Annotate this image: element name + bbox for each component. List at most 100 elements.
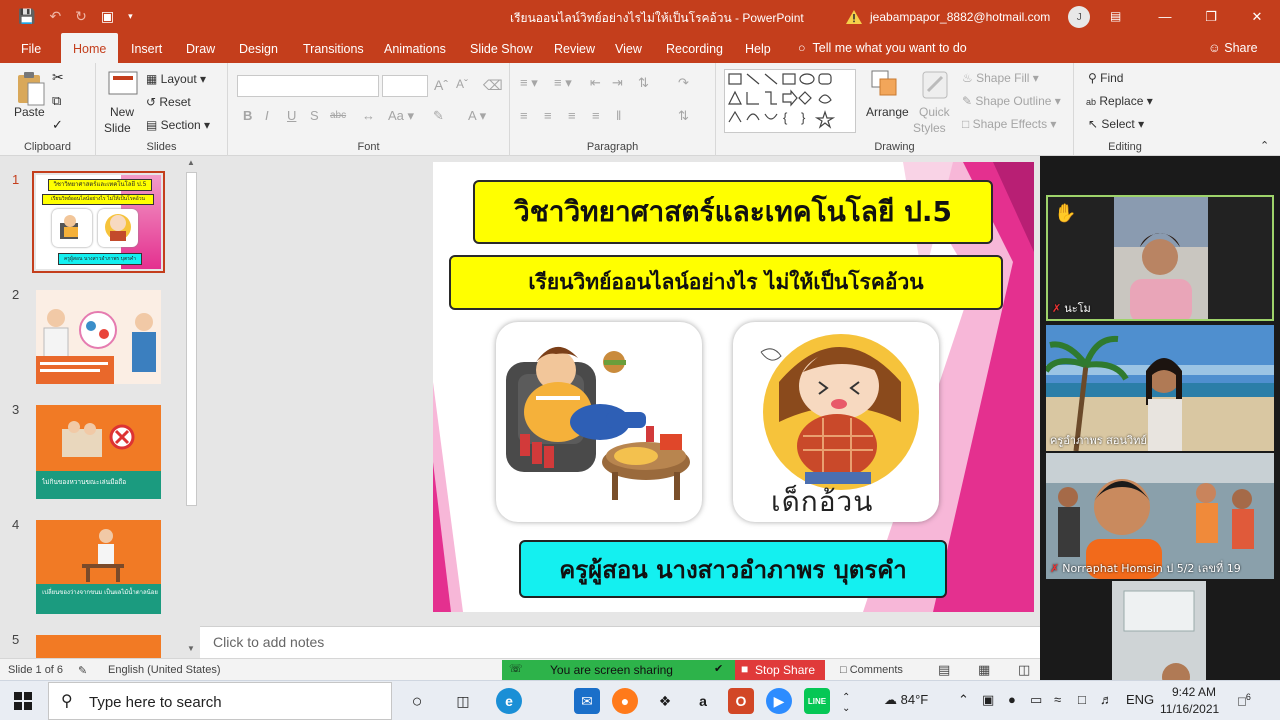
video-tile-4[interactable] xyxy=(1046,581,1274,680)
tell-me-search[interactable]: ○ Tell me what you want to do xyxy=(798,41,967,55)
character-spacing-icon[interactable]: ↔ xyxy=(362,108,375,123)
paste-icon[interactable] xyxy=(16,71,46,107)
align-center-icon[interactable]: ≡ xyxy=(544,108,552,123)
format-painter-icon[interactable]: ✓ xyxy=(52,117,63,133)
language-indicator[interactable]: English (United States) xyxy=(108,664,221,676)
line-spacing-icon[interactable]: ⇅ xyxy=(638,75,649,91)
image-chubby-kid[interactable]: เด็กอ้วน xyxy=(733,322,939,522)
taskbar-clock[interactable]: 9:42 AM 11/16/2021 xyxy=(1160,684,1219,718)
office-icon[interactable]: O xyxy=(728,688,754,714)
slide-teacher-name[interactable]: ครูผู้สอน นางสาวอำภาพร บุตรคำ xyxy=(519,540,947,598)
cut-icon[interactable]: ✂ xyxy=(52,69,64,86)
cortana-icon[interactable]: ○ xyxy=(404,688,430,714)
slide-thumbnail-3[interactable]: ไม่กินของหวานขณะเล่นมือถือ xyxy=(36,405,161,499)
amazon-icon[interactable]: a xyxy=(690,688,716,714)
tab-transitions[interactable]: Transitions xyxy=(303,33,364,63)
shape-outline-button[interactable]: ✎ Shape Outline ▾ xyxy=(962,94,1061,108)
start-slideshow-icon[interactable]: ▣ xyxy=(101,8,114,25)
undo-icon[interactable]: ↶ xyxy=(49,8,61,25)
bold-icon[interactable]: B xyxy=(243,108,252,123)
change-case-icon[interactable]: Aa ▾ xyxy=(388,108,414,124)
tab-slide-show[interactable]: Slide Show xyxy=(470,33,533,63)
numbering-icon[interactable]: ≡ ▾ xyxy=(554,75,572,91)
new-slide-label-1[interactable]: New xyxy=(110,105,134,119)
slide-thumbnail-1[interactable]: วิชาวิทยาศาสตร์และเทคโนโลยี ป.5 เรียนวิท… xyxy=(32,171,165,273)
stop-share-button[interactable]: ■ Stop Share xyxy=(735,660,825,680)
slide-title[interactable]: วิชาวิทยาศาสตร์และเทคโนโลยี ป.5 xyxy=(473,180,993,244)
new-slide-icon[interactable] xyxy=(108,71,138,99)
show-hidden-icons-icon[interactable]: ⌃ xyxy=(958,692,969,708)
shape-fill-button[interactable]: ♨ Shape Fill ▾ xyxy=(962,71,1039,85)
font-size-select[interactable] xyxy=(382,75,428,97)
section-button[interactable]: ▤ Section ▾ xyxy=(146,118,210,132)
task-view-icon[interactable]: ◫ xyxy=(450,688,476,714)
minimize-icon[interactable]: — xyxy=(1142,0,1188,33)
tab-file[interactable]: File xyxy=(21,33,41,63)
thumbnails-scrollbar[interactable]: ▲ ▼ xyxy=(183,156,200,658)
shrink-font-icon[interactable]: Aˇ xyxy=(456,77,468,91)
video-tile-3[interactable]: ✗ Norraphat Homsin ป 5/2 เลขที่ 19 xyxy=(1046,453,1274,579)
quick-styles-label-1[interactable]: Quick xyxy=(919,105,950,119)
tab-recording[interactable]: Recording xyxy=(666,33,723,63)
normal-view-icon[interactable]: ▤ xyxy=(938,662,950,678)
align-right-icon[interactable]: ≡ xyxy=(568,108,576,123)
layout-button[interactable]: ▦ Layout ▾ xyxy=(146,72,206,86)
customize-qat-icon[interactable]: ▾ xyxy=(128,11,133,22)
tab-home[interactable]: Home xyxy=(61,33,119,63)
battery-icon[interactable]: ▭ xyxy=(1030,692,1042,708)
align-left-icon[interactable]: ≡ xyxy=(520,108,528,123)
shapes-gallery[interactable]: {} xyxy=(724,69,856,133)
reset-button[interactable]: ↺ Reset xyxy=(146,95,191,109)
save-icon[interactable]: 💾 xyxy=(18,8,35,25)
tab-view[interactable]: View xyxy=(615,33,642,63)
close-icon[interactable]: ✕ xyxy=(1234,0,1280,33)
line-app-icon[interactable]: LINE xyxy=(804,688,830,714)
slide-thumbnail-2[interactable] xyxy=(36,290,161,384)
video-tile-2[interactable]: ครูอำภาพร สอนวิทย์ xyxy=(1046,325,1274,451)
mail-icon[interactable]: ✉ xyxy=(574,688,600,714)
comments-button[interactable]: □ Comments xyxy=(840,664,903,676)
taskbar-search[interactable]: ⚲ Type here to search xyxy=(48,682,392,720)
scroll-up-icon[interactable]: ▲ xyxy=(187,158,195,167)
underline-icon[interactable]: U xyxy=(287,108,296,123)
grow-font-icon[interactable]: Aˆ xyxy=(434,77,448,93)
new-slide-label-2[interactable]: Slide xyxy=(104,121,131,135)
firefox-icon[interactable]: ● xyxy=(612,688,638,714)
edge-icon[interactable]: e xyxy=(496,688,522,714)
italic-icon[interactable]: I xyxy=(265,108,269,123)
align-text-icon[interactable]: ⇅ xyxy=(678,108,689,124)
video-tile-1[interactable]: ✋ ✗ นะโม xyxy=(1046,195,1274,321)
scroll-down-icon[interactable]: ▼ xyxy=(187,644,195,653)
justify-icon[interactable]: ≡ xyxy=(592,108,600,123)
paste-button[interactable]: Paste xyxy=(14,105,45,119)
weather-widget[interactable]: ☁ 84°F xyxy=(884,692,928,708)
collapse-ribbon-icon[interactable]: ⌃ xyxy=(1260,139,1269,152)
tab-design[interactable]: Design xyxy=(239,33,278,63)
highlight-icon[interactable]: ✎ xyxy=(433,108,444,124)
account-email[interactable]: jeabampapor_8882@hotmail.com xyxy=(870,10,1050,24)
quick-styles-label-2[interactable]: Styles xyxy=(913,121,946,135)
text-direction-icon[interactable]: ↷ xyxy=(678,75,689,91)
clear-formatting-icon[interactable]: ⌫ xyxy=(483,77,503,94)
windows-start-icon[interactable] xyxy=(14,692,32,710)
tab-animations[interactable]: Animations xyxy=(384,33,446,63)
redo-icon[interactable]: ↻ xyxy=(75,8,87,25)
tab-draw[interactable]: Draw xyxy=(186,33,215,63)
slide-thumbnail-4[interactable]: เปลี่ยนของว่างจากขนม เป็นผลไม้น้ำตาลน้อย xyxy=(36,520,161,614)
reading-view-icon[interactable]: ◫ xyxy=(1018,662,1030,678)
notes-toggle-icon[interactable]: ✎ xyxy=(78,664,87,677)
account-area[interactable]: jeabampapor_8882@hotmail.com J xyxy=(846,6,1091,28)
font-family-select[interactable] xyxy=(237,75,379,97)
tab-help[interactable]: Help xyxy=(745,33,771,63)
share-button[interactable]: ☺ Share xyxy=(1208,41,1258,55)
avatar[interactable]: J xyxy=(1068,6,1091,28)
find-button[interactable]: ⚲ Find xyxy=(1088,71,1123,85)
arrange-icon[interactable] xyxy=(870,69,904,103)
slide-sorter-icon[interactable]: ▦ xyxy=(978,662,990,678)
input-language[interactable]: ENG xyxy=(1126,692,1154,707)
font-color-icon[interactable]: A ▾ xyxy=(468,108,486,124)
strikethrough-icon[interactable]: abc xyxy=(330,110,346,121)
zoom-icon[interactable]: ▶ xyxy=(766,688,792,714)
ribbon-display-options-icon[interactable]: ▤ xyxy=(1110,9,1121,23)
wifi-icon[interactable]: ≈ xyxy=(1054,692,1061,707)
